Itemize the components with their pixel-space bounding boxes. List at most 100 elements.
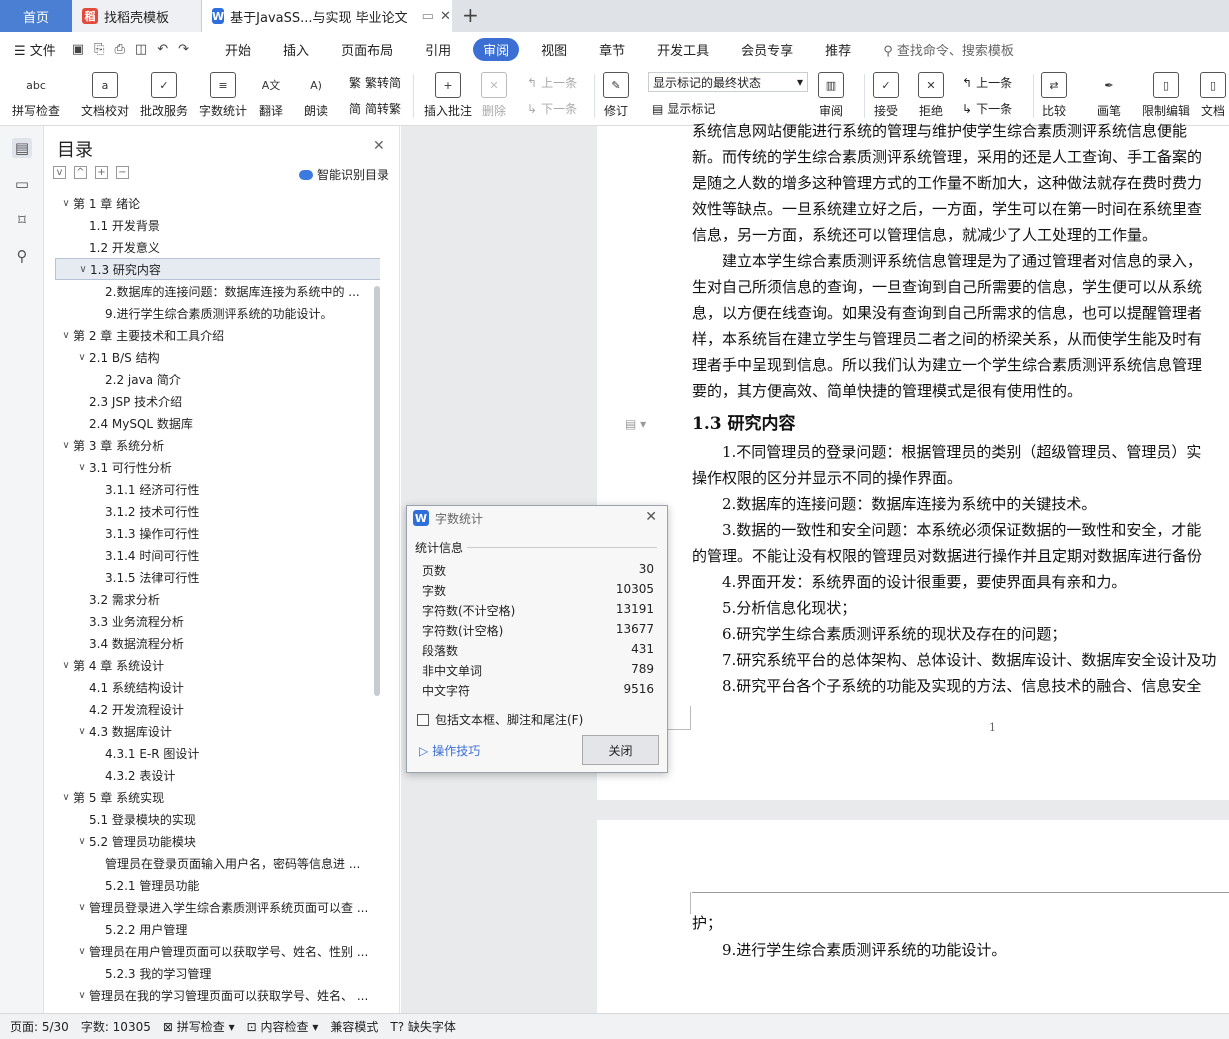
toc-item[interactable]: 3.1.3 操作可行性 <box>55 522 380 544</box>
doc-permission-button[interactable]: ▯ 文档 <box>1200 72 1226 119</box>
content-check-status[interactable]: ⊡ 内容检查 ▾ <box>241 1018 325 1035</box>
toc-scrollbar[interactable] <box>374 286 380 696</box>
close-icon[interactable]: ✕ <box>645 509 657 525</box>
toc-item[interactable]: 4.3.2 表设计 <box>55 764 380 786</box>
toc-item[interactable]: ∨ 第 5 章 系统实现 <box>55 786 380 808</box>
spellcheck-status[interactable]: ⊠ 拼写检查 ▾ <box>157 1018 241 1035</box>
export-icon[interactable]: ⎘ <box>94 42 104 57</box>
word-count-button[interactable]: ≡ 字数统计 <box>199 72 247 119</box>
toc-item[interactable]: 3.2 需求分析 <box>55 588 380 610</box>
chevron-down-icon[interactable]: ∨ <box>59 440 73 451</box>
toc-item[interactable]: 2.4 MySQL 数据库 <box>55 412 380 434</box>
tab-docer-templates[interactable]: 稻 找稻壳模板 <box>72 0 202 32</box>
toc-item[interactable]: 9.进行学生综合素质测评系统的功能设计。 <box>55 302 380 324</box>
menu-reference[interactable]: 引用 <box>409 40 467 59</box>
chevron-down-icon[interactable]: ∨ <box>75 946 89 957</box>
simp-to-trad-button[interactable]: 简简转繁 <box>349 100 401 117</box>
toc-item[interactable]: 3.3 业务流程分析 <box>55 610 380 632</box>
command-search[interactable]: ⚲ 查找命令、搜索模板 <box>867 40 1030 59</box>
translate-button[interactable]: A文 翻译 <box>258 72 284 119</box>
expand-icon[interactable]: ^ <box>74 166 87 179</box>
toc-item[interactable]: 4.1 系统结构设计 <box>55 676 380 698</box>
next-change-button[interactable]: ↳ 下一条 <box>962 100 1012 117</box>
trad-to-simp-button[interactable]: 繁繁转简 <box>349 74 401 91</box>
toc-item[interactable]: 2.2 java 简介 <box>55 368 380 390</box>
monitor-icon[interactable]: ▭ <box>422 9 434 24</box>
close-icon[interactable]: ✕ <box>440 9 451 24</box>
toc-item[interactable]: 2.数据库的连接问题：数据库连接为系统中的 ... <box>55 280 380 302</box>
restrict-edit-button[interactable]: ▯ 限制编辑 <box>1142 72 1190 119</box>
toc-item[interactable]: ∨ 管理员在用户管理页面可以获取学号、姓名、性别 ... <box>55 940 380 962</box>
tips-link[interactable]: ▷ 操作技巧 <box>419 742 480 759</box>
page-indicator[interactable]: 页面: 5/30 <box>0 1018 75 1035</box>
toc-item[interactable]: ∨ 管理员登录进入学生综合素质测评系统页面可以查 ... <box>55 896 380 918</box>
chevron-down-icon[interactable]: ∨ <box>75 990 89 1001</box>
toc-item[interactable]: 5.2.3 我的学习管理 <box>55 962 380 984</box>
toc-item[interactable]: 3.1.5 法律可行性 <box>55 566 380 588</box>
tab-document[interactable]: W 基于JavaSS...与实现 毕业论文 ▭ ✕ <box>202 0 452 32</box>
menu-recommend[interactable]: 推荐 <box>809 40 867 59</box>
missing-font-status[interactable]: T? 缺失字体 <box>384 1018 462 1035</box>
prev-change-button[interactable]: ↰ 上一条 <box>962 74 1012 91</box>
menu-start[interactable]: 开始 <box>209 40 267 59</box>
file-menu[interactable]: ☰ 文件 <box>0 40 72 59</box>
toc-item[interactable]: ∨ 第 3 章 系统分析 <box>55 434 380 456</box>
search-icon[interactable]: ⚲ <box>12 246 32 266</box>
chapter-nav-icon[interactable]: ▭ <box>12 174 32 194</box>
chevron-down-icon[interactable]: ∨ <box>59 792 73 803</box>
track-changes-button[interactable]: ✎ 修订 <box>603 72 629 119</box>
toc-item[interactable]: 5.2.1 管理员功能 <box>55 874 380 896</box>
chevron-down-icon[interactable]: ∨ <box>75 902 89 913</box>
chevron-down-icon[interactable]: ∨ <box>75 836 89 847</box>
smart-toc-button[interactable]: 智能识别目录 <box>299 166 389 183</box>
toc-item[interactable]: ∨ 第 4 章 系统设计 <box>55 654 380 676</box>
show-markup-button[interactable]: ▤ 显示标记 <box>652 100 715 117</box>
toc-item[interactable]: ∨ 1.3 研究内容 <box>55 258 380 280</box>
toc-item[interactable]: 3.4 数据流程分析 <box>55 632 380 654</box>
chevron-down-icon[interactable]: ∨ <box>75 462 89 473</box>
chevron-down-icon[interactable]: ∨ <box>75 352 89 363</box>
batch-proof-button[interactable]: ✓ 批改服务 <box>140 72 188 119</box>
toc-item[interactable]: 2.3 JSP 技术介绍 <box>55 390 380 412</box>
delete-comment-button[interactable]: ✕ 删除 <box>481 72 507 119</box>
markup-mode-select[interactable]: 显示标记的最终状态 ▾ <box>648 72 808 92</box>
pen-button[interactable]: ✒ 画笔 <box>1096 72 1122 119</box>
toc-item[interactable]: 5.2.2 用户管理 <box>55 918 380 940</box>
menu-view[interactable]: 视图 <box>525 40 583 59</box>
preview-icon[interactable]: ◫ <box>135 42 147 57</box>
toc-item[interactable]: 4.2 开发流程设计 <box>55 698 380 720</box>
toc-item[interactable]: ∨ 2.1 B/S 结构 <box>55 346 380 368</box>
document-page-2[interactable]: 护； 9.进行学生综合素质测评系统的功能设计。 <box>597 820 1229 1013</box>
toc-item[interactable]: 3.1.2 技术可行性 <box>55 500 380 522</box>
include-textbox-checkbox[interactable]: 包括文本框、脚注和尾注(F) <box>417 711 583 728</box>
toc-item[interactable]: 5.1 登录模块的实现 <box>55 808 380 830</box>
menu-insert[interactable]: 插入 <box>267 40 325 59</box>
next-comment-button[interactable]: ↳ 下一条 <box>527 100 577 117</box>
paragraph-menu-icon[interactable]: ▤ ▾ <box>625 417 646 431</box>
chevron-down-icon[interactable]: ∨ <box>76 264 90 275</box>
chevron-down-icon[interactable]: ∨ <box>59 198 73 209</box>
menu-layout[interactable]: 页面布局 <box>325 40 409 59</box>
toc-item[interactable]: ∨ 管理员在我的学习管理页面可以获取学号、姓名、 ... <box>55 984 380 1006</box>
spellcheck-button[interactable]: abc 拼写检查 <box>12 72 60 119</box>
toc-panel-icon[interactable]: ▤ <box>12 138 32 158</box>
prev-comment-button[interactable]: ↰ 上一条 <box>527 74 577 91</box>
close-button[interactable]: 关闭 <box>582 735 659 765</box>
toc-item[interactable]: ∨ 第 2 章 主要技术和工具介绍 <box>55 324 380 346</box>
new-tab-button[interactable]: + <box>462 3 479 27</box>
save-icon[interactable]: ▣ <box>72 42 84 57</box>
word-count-indicator[interactable]: 字数: 10305 <box>75 1018 157 1035</box>
insert-comment-button[interactable]: + 插入批注 <box>424 72 472 119</box>
menu-review[interactable]: 审阅 <box>473 37 520 61</box>
review-pane-button[interactable]: ▥ 审阅 <box>818 72 844 119</box>
undo-icon[interactable]: ↶ <box>157 42 168 57</box>
redo-icon[interactable]: ↷ <box>178 42 189 57</box>
menu-devtools[interactable]: 开发工具 <box>641 40 725 59</box>
collapse-icon[interactable]: v <box>53 166 66 179</box>
chevron-down-icon[interactable]: ∨ <box>59 660 73 671</box>
bookmark-icon[interactable]: ⌑ <box>12 210 32 230</box>
toc-item[interactable]: ∨ 3.1 可行性分析 <box>55 456 380 478</box>
toc-item[interactable]: 管理员在登录页面输入用户名，密码等信息进 ... <box>55 852 380 874</box>
reject-button[interactable]: ✕ 拒绝 <box>918 72 944 119</box>
toc-item[interactable]: ∨ 第 1 章 绪论 <box>55 192 380 214</box>
